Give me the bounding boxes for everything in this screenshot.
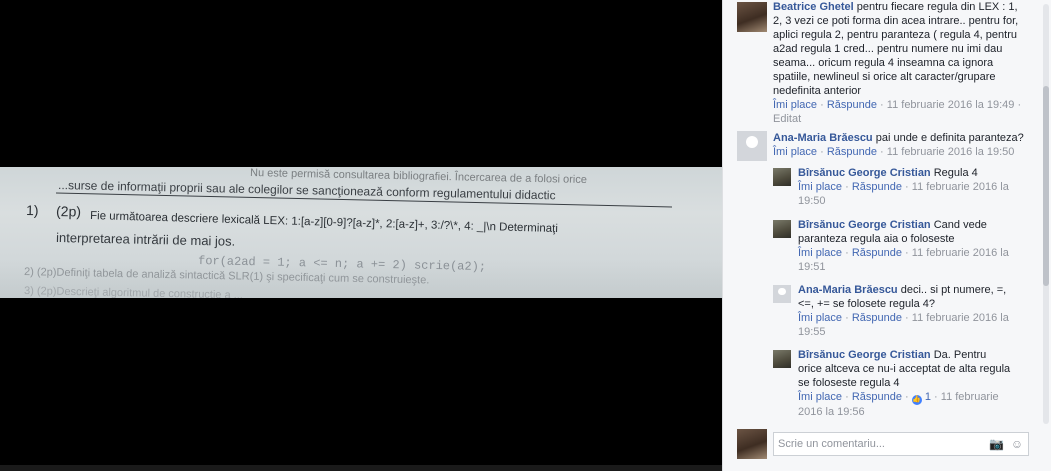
separator: · (820, 146, 827, 158)
like-link[interactable]: Îmi place (773, 146, 817, 158)
reply-author[interactable]: Bîrsănuc George Cristian (798, 219, 931, 231)
separator: · (845, 391, 852, 403)
avatar[interactable] (773, 168, 791, 186)
separator: · (845, 312, 852, 324)
reply-ana-maria: Ana-Maria Brăescu deci.. si pt numere, =… (773, 283, 1013, 343)
reply-birsanuc-3: Bîrsănuc George Cristian Da. Pentru oric… (773, 348, 1013, 423)
reaction-count[interactable]: 1 (925, 391, 931, 403)
comment-timestamp[interactable]: 11 februarie 2016 la 19:49 (887, 99, 1015, 111)
reply-body: Bîrsănuc George Cristian Da. Pentru oric… (798, 348, 1013, 419)
camera-icon[interactable]: 📷 (989, 437, 1004, 451)
separator: · (905, 181, 912, 193)
comment-body: Ana-Maria Brăescu pai unde e definita pa… (773, 131, 1029, 159)
separator: · (880, 99, 887, 111)
reply-link[interactable]: Răspunde (852, 181, 902, 193)
q1-text2: interpretarea intrării de mai jos. (56, 230, 235, 249)
reply-author[interactable]: Bîrsănuc George Cristian (798, 167, 931, 179)
exam-photo: Nu este permisă consultarea bibliografie… (0, 167, 722, 298)
separator: · (905, 391, 912, 403)
avatar[interactable] (773, 285, 791, 303)
reply-body: Ana-Maria Brăescu deci.. si pt numere, =… (798, 283, 1013, 339)
reply-body: Bîrsănuc George Cristian Cand vede paran… (798, 218, 1013, 274)
like-link[interactable]: Îmi place (798, 247, 842, 259)
current-user-avatar (737, 429, 767, 459)
photo-viewer: Nu este permisă consultarea bibliografie… (0, 0, 722, 471)
comments-panel: Beatrice Ghetel pentru fiecare regula di… (722, 0, 1051, 471)
q1-number: 1) (26, 202, 39, 218)
comment-input[interactable] (778, 435, 978, 453)
comment-author[interactable]: Ana-Maria Brăescu (773, 132, 873, 144)
scrollbar-thumb[interactable] (1043, 86, 1049, 286)
comments-scrollbar[interactable] (1043, 4, 1049, 424)
edited-label[interactable]: Editat (773, 113, 801, 125)
comment-beatrice: Beatrice Ghetel pentru fiecare regula di… (737, 0, 1029, 125)
q3-text: 3) (2p)Descrieţi algoritmul de construcţ… (24, 285, 243, 298)
like-link[interactable]: Îmi place (798, 391, 842, 403)
like-link[interactable]: Îmi place (798, 312, 842, 324)
comment-author[interactable]: Beatrice Ghetel (773, 1, 854, 13)
avatar[interactable] (773, 350, 791, 368)
comment-text: pentru fiecare regula din LEX : 1, 2, 3 … (773, 1, 1019, 97)
reply-author[interactable]: Ana-Maria Brăescu (798, 284, 898, 296)
comment-body: Beatrice Ghetel pentru fiecare regula di… (773, 0, 1029, 126)
like-link[interactable]: Îmi place (773, 99, 817, 111)
avatar[interactable] (737, 2, 767, 32)
like-link[interactable]: Îmi place (798, 181, 842, 193)
separator: · (1017, 99, 1022, 111)
bottom-strip (0, 465, 722, 471)
avatar[interactable] (737, 131, 767, 161)
separator: · (934, 391, 941, 403)
comment-box[interactable]: 📷 ☺ (773, 432, 1029, 456)
like-reaction-icon[interactable]: 👍 (911, 395, 922, 405)
emoji-icon[interactable]: ☺ (1010, 437, 1024, 451)
comment-composer: 📷 ☺ (737, 429, 1033, 461)
avatar[interactable] (773, 220, 791, 238)
separator: · (820, 99, 827, 111)
reply-link[interactable]: Răspunde (852, 391, 902, 403)
reply-author[interactable]: Bîrsănuc George Cristian (798, 349, 931, 361)
separator: · (845, 247, 852, 259)
reply-link[interactable]: Răspunde (827, 99, 877, 111)
reply-body: Bîrsănuc George Cristian Regula 4 Îmi pl… (798, 166, 1013, 208)
reply-link[interactable]: Răspunde (852, 312, 902, 324)
comment-timestamp[interactable]: 11 februarie 2016 la 19:50 (887, 146, 1015, 158)
q1-points: (2p) (56, 203, 81, 220)
separator: · (845, 181, 852, 193)
comment-ana-maria: Ana-Maria Brăescu pai unde e definita pa… (737, 131, 1029, 167)
reply-birsanuc-1: Bîrsănuc George Cristian Regula 4 Îmi pl… (773, 166, 1013, 212)
reply-link[interactable]: Răspunde (827, 146, 877, 158)
reply-text: Regula 4 (933, 167, 978, 179)
reply-birsanuc-2: Bîrsănuc George Cristian Cand vede paran… (773, 218, 1013, 278)
comment-text: pai unde e definita paranteza? (875, 132, 1024, 144)
separator: · (905, 247, 912, 259)
reply-link[interactable]: Răspunde (852, 247, 902, 259)
separator: · (880, 146, 887, 158)
separator: · (905, 312, 912, 324)
